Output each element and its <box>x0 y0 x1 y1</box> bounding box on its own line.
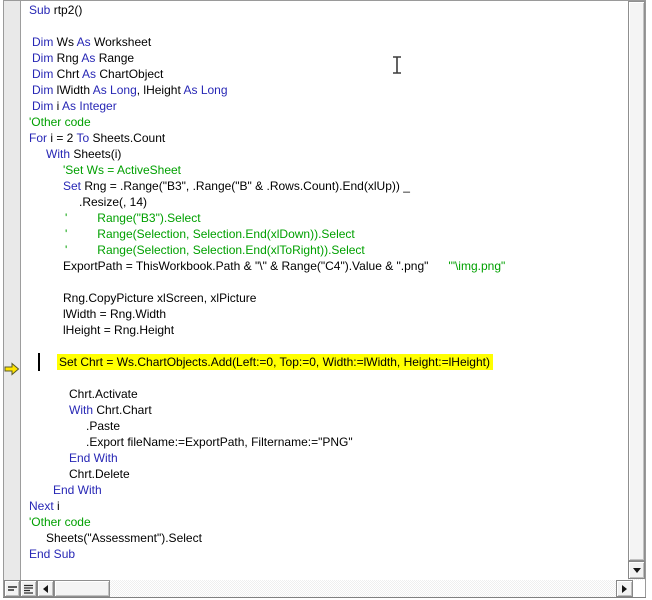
code-line[interactable]: Sub rtp2() <box>21 2 627 18</box>
right-arrow-icon <box>622 584 627 593</box>
code-line[interactable]: With Sheets(i) <box>21 146 627 162</box>
vba-code-window: Sub rtp2() Dim Ws As Worksheet Dim Rng As … <box>0 0 652 600</box>
code-line[interactable] <box>21 18 627 34</box>
text-caret <box>38 353 40 371</box>
full-module-view-button[interactable] <box>20 580 37 597</box>
code-line[interactable]: Dim Chrt As ChartObject <box>21 66 627 82</box>
window-border-right <box>645 0 646 598</box>
code-line[interactable]: Set Rng = .Range("B3", .Range("B" & .Row… <box>21 178 627 194</box>
scroll-down-button[interactable] <box>628 561 645 579</box>
window-border-bottom <box>3 597 646 598</box>
code-line[interactable]: Chrt.Activate <box>21 386 627 402</box>
code-line[interactable]: ' Range("B3").Select <box>21 210 627 226</box>
horizontal-scrollbar-thumb[interactable] <box>54 580 110 597</box>
execution-arrow-icon <box>4 362 20 376</box>
code-line[interactable]: Sheets("Assessment").Select <box>21 530 627 546</box>
horizontal-scrollbar[interactable] <box>54 580 616 597</box>
code-line[interactable]: Rng.CopyPicture xlScreen, xlPicture <box>21 290 627 306</box>
procedure-view-icon <box>7 585 17 591</box>
code-line[interactable]: Dim lWidth As Long, lHeight As Long <box>21 82 627 98</box>
full-module-view-icon <box>24 584 33 594</box>
vertical-scrollbar-thumb[interactable] <box>628 1 645 561</box>
code-line[interactable] <box>21 338 627 354</box>
scrollbar-corner <box>633 580 645 597</box>
procedure-view-button[interactable] <box>4 580 20 597</box>
code-area[interactable]: Sub rtp2() Dim Ws As Worksheet Dim Rng As … <box>21 1 627 581</box>
code-line[interactable]: Dim i As Integer <box>21 98 627 114</box>
code-line[interactable]: With Chrt.Chart <box>21 402 627 418</box>
scroll-right-button[interactable] <box>616 580 633 597</box>
execution-point-highlight: Set Chrt = Ws.ChartObjects.Add(Left:=0, … <box>57 354 493 370</box>
code-line[interactable] <box>21 274 627 290</box>
scroll-left-button[interactable] <box>37 580 54 597</box>
code-line[interactable]: Dim Rng As Range <box>21 50 627 66</box>
code-line[interactable]: .Paste <box>21 418 627 434</box>
code-line[interactable]: 'Other code <box>21 114 627 130</box>
margin-indicator-bar[interactable] <box>4 1 21 580</box>
code-line[interactable]: 'Other code <box>21 514 627 530</box>
code-line[interactable]: lHeight = Rng.Height <box>21 322 627 338</box>
code-line[interactable]: Chrt.Delete <box>21 466 627 482</box>
left-arrow-icon <box>43 584 48 593</box>
code-line[interactable]: Dim Ws As Worksheet <box>21 34 627 50</box>
code-line[interactable]: .Resize(, 14) <box>21 194 627 210</box>
code-line[interactable]: ExportPath = ThisWorkbook.Path & "\" & R… <box>21 258 627 274</box>
code-line[interactable]: Set Chrt = Ws.ChartObjects.Add(Left:=0, … <box>21 354 627 370</box>
code-line[interactable]: lWidth = Rng.Width <box>21 306 627 322</box>
code-line[interactable]: Next i <box>21 498 627 514</box>
code-line[interactable] <box>21 370 627 386</box>
code-line[interactable]: ' Range(Selection, Selection.End(xlToRig… <box>21 242 627 258</box>
code-line[interactable]: End With <box>21 450 627 466</box>
code-line[interactable]: End With <box>21 482 627 498</box>
code-line[interactable]: .Export fileName:=ExportPath, Filtername… <box>21 434 627 450</box>
code-line[interactable]: ' Range(Selection, Selection.End(xlDown)… <box>21 226 627 242</box>
code-line[interactable]: 'Set Ws = ActiveSheet <box>21 162 627 178</box>
down-arrow-icon <box>632 567 641 573</box>
ibeam-cursor-icon <box>393 56 401 74</box>
code-line[interactable]: End Sub <box>21 546 627 562</box>
code-line[interactable]: For i = 2 To Sheets.Count <box>21 130 627 146</box>
